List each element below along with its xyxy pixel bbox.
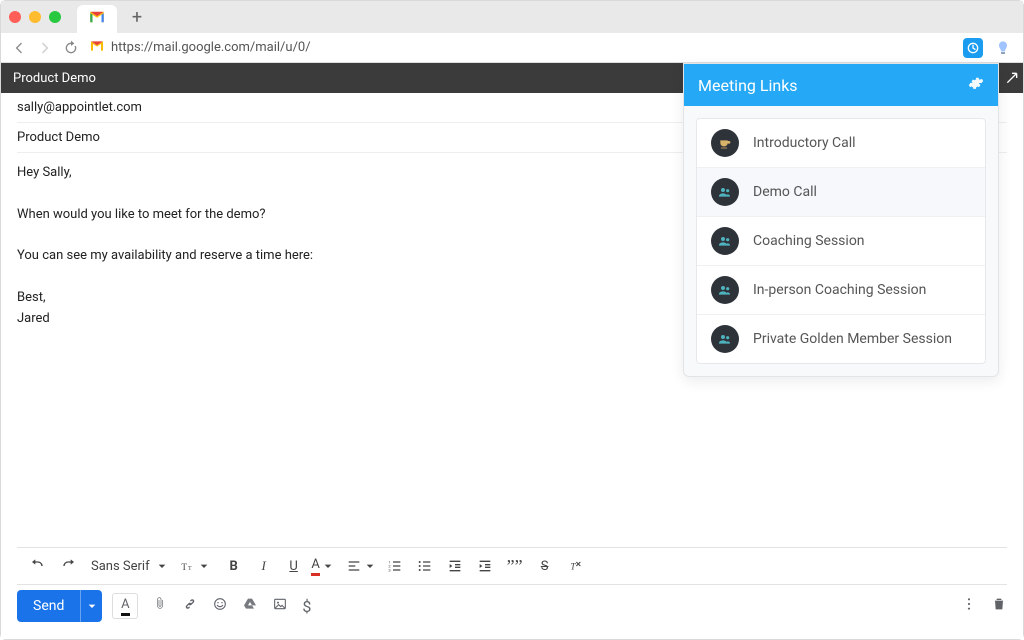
font-family-label: Sans Serif [91, 559, 150, 574]
svg-text:T: T [570, 562, 576, 572]
redo-button[interactable] [55, 553, 81, 579]
bold-button[interactable]: B [221, 553, 247, 579]
insert-photo-button[interactable] [272, 596, 288, 616]
indent-more-button[interactable] [472, 553, 498, 579]
browser-window: + https://mail.google.com/mail/u/0/ [0, 0, 1024, 640]
meeting-links-header: Meeting Links [684, 64, 998, 106]
page-content: Product Demo sally@appointlet.com Produc… [1, 63, 1023, 639]
svg-text:3: 3 [388, 567, 390, 572]
to-value: sally@appointlet.com [17, 100, 142, 115]
people-icon [711, 276, 739, 304]
url-field[interactable]: https://mail.google.com/mail/u/0/ [89, 38, 953, 58]
people-icon [711, 227, 739, 255]
send-options-dropdown[interactable] [80, 590, 102, 622]
tab-strip: + [1, 1, 1023, 33]
meeting-link-coaching-session[interactable]: Coaching Session [697, 217, 985, 266]
new-tab-button[interactable]: + [123, 3, 151, 31]
send-button[interactable]: Send [17, 590, 102, 622]
people-icon [711, 325, 739, 353]
meeting-link-inperson-coaching[interactable]: In-person Coaching Session [697, 266, 985, 315]
insert-emoji-button[interactable] [212, 596, 228, 616]
insert-money-button[interactable]: $ [302, 597, 311, 616]
people-icon [711, 178, 739, 206]
meeting-links-list: Introductory Call Demo Call Coaching Ses… [684, 106, 998, 376]
meeting-link-label: Private Golden Member Session [753, 331, 952, 347]
indent-less-button[interactable] [442, 553, 468, 579]
extension-icons [963, 38, 1013, 58]
meeting-link-label: Demo Call [753, 184, 817, 200]
body-text: Hey Sally, When would you like to meet f… [17, 165, 313, 326]
meeting-link-private-golden[interactable]: Private Golden Member Session [697, 315, 985, 363]
gmail-favicon-icon [88, 8, 106, 30]
undo-button[interactable] [25, 553, 51, 579]
font-size-button[interactable]: TT [180, 553, 212, 579]
forward-button[interactable] [37, 40, 53, 56]
meeting-link-demo-call[interactable]: Demo Call [697, 168, 985, 217]
numbered-list-button[interactable]: 123 [382, 553, 408, 579]
align-button[interactable] [346, 553, 378, 579]
address-bar: https://mail.google.com/mail/u/0/ [1, 33, 1023, 63]
font-family-select[interactable]: Sans Serif [85, 558, 176, 574]
traffic-lights [9, 11, 61, 23]
text-color-toggle[interactable]: A [112, 593, 138, 619]
window-zoom-button[interactable] [49, 11, 61, 23]
window-close-button[interactable] [9, 11, 21, 23]
extension-icon[interactable] [993, 38, 1013, 58]
text-color-button[interactable]: A [311, 553, 337, 579]
popout-icon[interactable] [1001, 67, 1023, 89]
clear-formatting-button[interactable]: T [562, 553, 588, 579]
svg-text:T: T [181, 563, 187, 573]
strikethrough-button[interactable]: S [532, 553, 558, 579]
compose-title: Product Demo [13, 71, 96, 86]
site-favicon-icon [89, 38, 105, 58]
attach-file-button[interactable] [152, 596, 168, 616]
italic-button[interactable]: I [251, 553, 277, 579]
send-row: Send A $ [17, 585, 1007, 627]
insert-drive-button[interactable] [242, 596, 258, 616]
meeting-links-title: Meeting Links [698, 76, 798, 95]
insert-link-button[interactable] [182, 596, 198, 616]
svg-text:T: T [188, 566, 192, 572]
compose-right-actions [961, 596, 1007, 616]
compose-action-icons: A $ [112, 593, 311, 619]
window-minimize-button[interactable] [29, 11, 41, 23]
quote-button[interactable]: ”” [502, 553, 528, 579]
chevron-down-icon [154, 558, 170, 574]
cup-icon [711, 129, 739, 157]
appointlet-extension-icon[interactable] [963, 38, 983, 58]
meeting-link-label: Coaching Session [753, 233, 865, 249]
meeting-link-introductory-call[interactable]: Introductory Call [697, 119, 985, 168]
meeting-link-label: Introductory Call [753, 135, 856, 151]
more-options-button[interactable] [961, 596, 977, 616]
discard-draft-button[interactable] [991, 596, 1007, 616]
subject-value: Product Demo [17, 130, 100, 145]
meeting-link-label: In-person Coaching Session [753, 282, 926, 298]
back-button[interactable] [11, 40, 27, 56]
underline-button[interactable]: U [281, 553, 307, 579]
reload-button[interactable] [63, 40, 79, 56]
send-label: Send [33, 598, 64, 614]
formatting-toolbar: Sans Serif TT B I U A 123 ”” S T [17, 547, 1007, 585]
meeting-links-panel: Meeting Links Introductory Call Demo Cal… [683, 63, 999, 377]
browser-tab-gmail[interactable] [77, 5, 117, 33]
bulleted-list-button[interactable] [412, 553, 438, 579]
url-text: https://mail.google.com/mail/u/0/ [111, 40, 311, 55]
settings-button[interactable] [968, 75, 984, 95]
